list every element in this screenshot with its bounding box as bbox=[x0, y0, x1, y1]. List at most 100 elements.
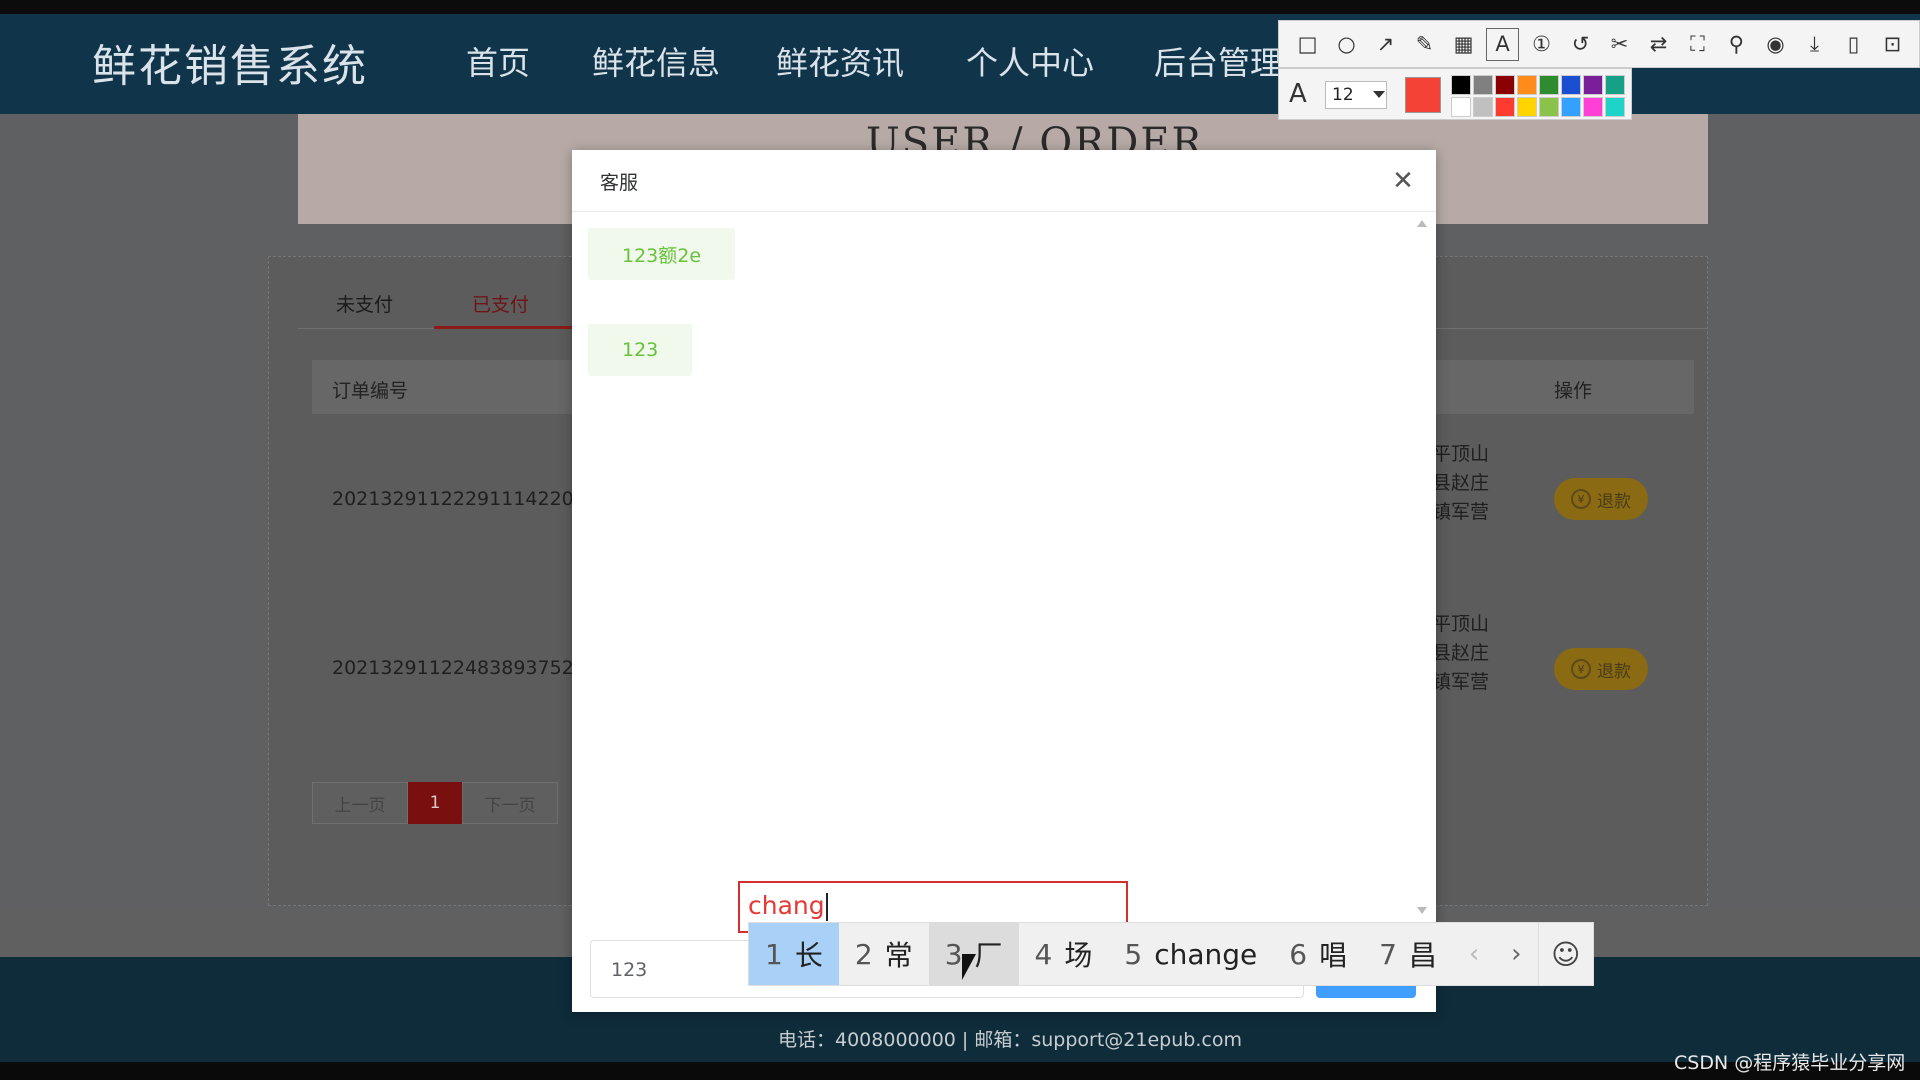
nav-flower-news[interactable]: 鲜花资讯 bbox=[776, 38, 904, 84]
page-1-button[interactable]: 1 bbox=[408, 782, 462, 824]
close-icon[interactable]: ✕ bbox=[1388, 166, 1418, 196]
candidate-text: change bbox=[1154, 937, 1258, 971]
ime-candidate[interactable]: 2常 bbox=[839, 923, 929, 985]
color-swatch[interactable] bbox=[1517, 75, 1537, 95]
scroll-down-arrow-icon[interactable] bbox=[1417, 907, 1427, 914]
pencil-icon[interactable]: ✎ bbox=[1408, 28, 1441, 61]
ime-candidate-bar: 1长 2常 3厂 4场 5 change 6唱 7昌 ‹ › ☺ bbox=[748, 922, 1594, 986]
color-swatch[interactable] bbox=[1561, 97, 1581, 117]
color-swatch[interactable] bbox=[1539, 75, 1559, 95]
next-page-button[interactable]: 下一页 bbox=[462, 782, 558, 824]
pin-icon[interactable]: ⚲ bbox=[1720, 28, 1753, 61]
record-icon[interactable]: ◉ bbox=[1759, 28, 1792, 61]
rectangle-icon[interactable]: □ bbox=[1291, 28, 1324, 61]
mosaic-icon[interactable]: ▦ bbox=[1447, 28, 1480, 61]
candidate-number: 6 bbox=[1289, 937, 1308, 971]
nav-flower-info[interactable]: 鲜花信息 bbox=[592, 38, 720, 84]
refund-button[interactable]: ¥ 退款 bbox=[1554, 478, 1648, 520]
address-line: 镇军营 bbox=[1432, 501, 1490, 523]
emoji-icon[interactable]: ☺ bbox=[1537, 923, 1593, 985]
active-tab-indicator bbox=[434, 326, 572, 329]
chat-message: 123额2e bbox=[588, 228, 736, 280]
number-icon[interactable]: ① bbox=[1525, 28, 1558, 61]
candidate-number: 5 bbox=[1124, 937, 1143, 971]
candidate-text: 昌 bbox=[1408, 939, 1437, 972]
color-swatch[interactable] bbox=[1473, 75, 1493, 95]
candidate-number: 1 bbox=[765, 937, 783, 971]
table-row-order-no: 20213291122291114220 bbox=[332, 488, 574, 510]
candidate-text: 长 bbox=[794, 939, 823, 972]
ellipse-icon[interactable]: ○ bbox=[1330, 28, 1363, 61]
undo-icon[interactable]: ↺ bbox=[1564, 28, 1597, 61]
candidate-number: 4 bbox=[1034, 937, 1053, 971]
dialog-title: 客服 bbox=[600, 172, 639, 194]
watermark: CSDN @程序猿毕业分享网 bbox=[1674, 1052, 1906, 1074]
address-line: 县赵庄 bbox=[1432, 472, 1490, 494]
ime-candidate[interactable]: 5 change bbox=[1108, 923, 1273, 985]
crop-icon[interactable]: ⛶ bbox=[1681, 28, 1714, 61]
cut-icon[interactable]: ✂ bbox=[1603, 28, 1636, 61]
nav-personal-center[interactable]: 个人中心 bbox=[966, 38, 1094, 84]
table-row-address: 平顶山 县赵庄 镇军营 bbox=[1432, 610, 1489, 697]
address-line: 平顶山 bbox=[1432, 613, 1490, 635]
refund-label: 退款 bbox=[1597, 491, 1631, 512]
ime-next-page-icon[interactable]: › bbox=[1495, 923, 1537, 985]
ime-candidate[interactable]: 4场 bbox=[1019, 923, 1109, 985]
download-icon[interactable]: ⤓ bbox=[1798, 28, 1831, 61]
top-bar bbox=[0, 0, 1920, 14]
ime-candidate[interactable]: 7昌 bbox=[1363, 923, 1453, 985]
prev-page-button[interactable]: 上一页 bbox=[312, 782, 408, 824]
column-action: 操作 bbox=[1554, 380, 1593, 402]
color-swatch[interactable] bbox=[1605, 75, 1625, 95]
text-icon[interactable]: A bbox=[1486, 27, 1519, 61]
site-title[interactable]: 鲜花销售系统 bbox=[92, 30, 368, 94]
chat-message: 123 bbox=[588, 324, 693, 376]
address-line: 平顶山 bbox=[1432, 443, 1490, 465]
bookmark-icon[interactable]: ⊡ bbox=[1876, 28, 1909, 61]
screenshot-toolbar: □ ○ ↗ ✎ ▦ A ① ↺ ✂ ⇄ ⛶ ⚲ ◉ ⤓ ▯ ⊡ bbox=[1278, 20, 1920, 68]
color-swatch[interactable] bbox=[1473, 97, 1493, 117]
color-swatch[interactable] bbox=[1583, 97, 1603, 117]
current-color-swatch[interactable] bbox=[1405, 77, 1441, 113]
chat-scrollbar[interactable] bbox=[1414, 214, 1430, 922]
tab-paid[interactable]: 已支付 bbox=[472, 290, 529, 317]
color-swatch[interactable] bbox=[1451, 75, 1471, 95]
candidate-text: 场 bbox=[1064, 939, 1093, 972]
nav-admin[interactable]: 后台管理 bbox=[1154, 38, 1282, 84]
refund-button[interactable]: ¥ 退款 bbox=[1554, 648, 1648, 690]
translate-icon[interactable]: ⇄ bbox=[1642, 28, 1675, 61]
text-caret bbox=[825, 893, 828, 921]
scroll-up-arrow-icon[interactable] bbox=[1417, 220, 1427, 227]
yen-icon: ¥ bbox=[1571, 659, 1591, 679]
candidate-text: 常 bbox=[884, 939, 913, 972]
color-swatch[interactable] bbox=[1561, 75, 1581, 95]
color-swatch[interactable] bbox=[1495, 75, 1515, 95]
ime-candidate[interactable]: 1长 bbox=[749, 923, 839, 985]
color-swatch[interactable] bbox=[1495, 97, 1515, 117]
bottom-bar bbox=[0, 1062, 1920, 1080]
mouse-cursor-icon bbox=[962, 954, 976, 980]
candidate-number: 7 bbox=[1379, 937, 1397, 971]
candidate-text: 唱 bbox=[1319, 939, 1348, 972]
color-swatch[interactable] bbox=[1583, 75, 1603, 95]
table-row-address: 平顶山 县赵庄 镇军营 bbox=[1432, 440, 1489, 527]
address-line: 县赵庄 bbox=[1432, 642, 1490, 664]
color-swatch[interactable] bbox=[1539, 97, 1559, 117]
footer-contact: 电话：4008000000 | 邮箱：support@21epub.com bbox=[778, 1029, 1242, 1051]
table-row-order-no: 20213291122483893752 bbox=[332, 657, 574, 679]
ime-candidate[interactable]: 6唱 bbox=[1273, 923, 1363, 985]
candidate-number: 2 bbox=[854, 937, 873, 971]
color-swatch[interactable] bbox=[1451, 97, 1471, 117]
color-swatch[interactable] bbox=[1517, 97, 1537, 117]
candidate-text: 厂 bbox=[974, 939, 1003, 972]
tab-unpaid[interactable]: 未支付 bbox=[336, 290, 393, 317]
nav-home[interactable]: 首页 bbox=[466, 38, 530, 84]
yen-icon: ¥ bbox=[1571, 489, 1591, 509]
color-swatch[interactable] bbox=[1605, 97, 1625, 117]
long-screenshot-icon[interactable]: ▯ bbox=[1837, 28, 1870, 61]
chevron-down-icon[interactable] bbox=[1373, 91, 1385, 98]
arrow-icon[interactable]: ↗ bbox=[1369, 28, 1402, 61]
ime-prev-page-icon[interactable]: ‹ bbox=[1453, 923, 1495, 985]
candidate-number: 3 bbox=[944, 937, 963, 971]
refund-label: 退款 bbox=[1597, 661, 1631, 682]
